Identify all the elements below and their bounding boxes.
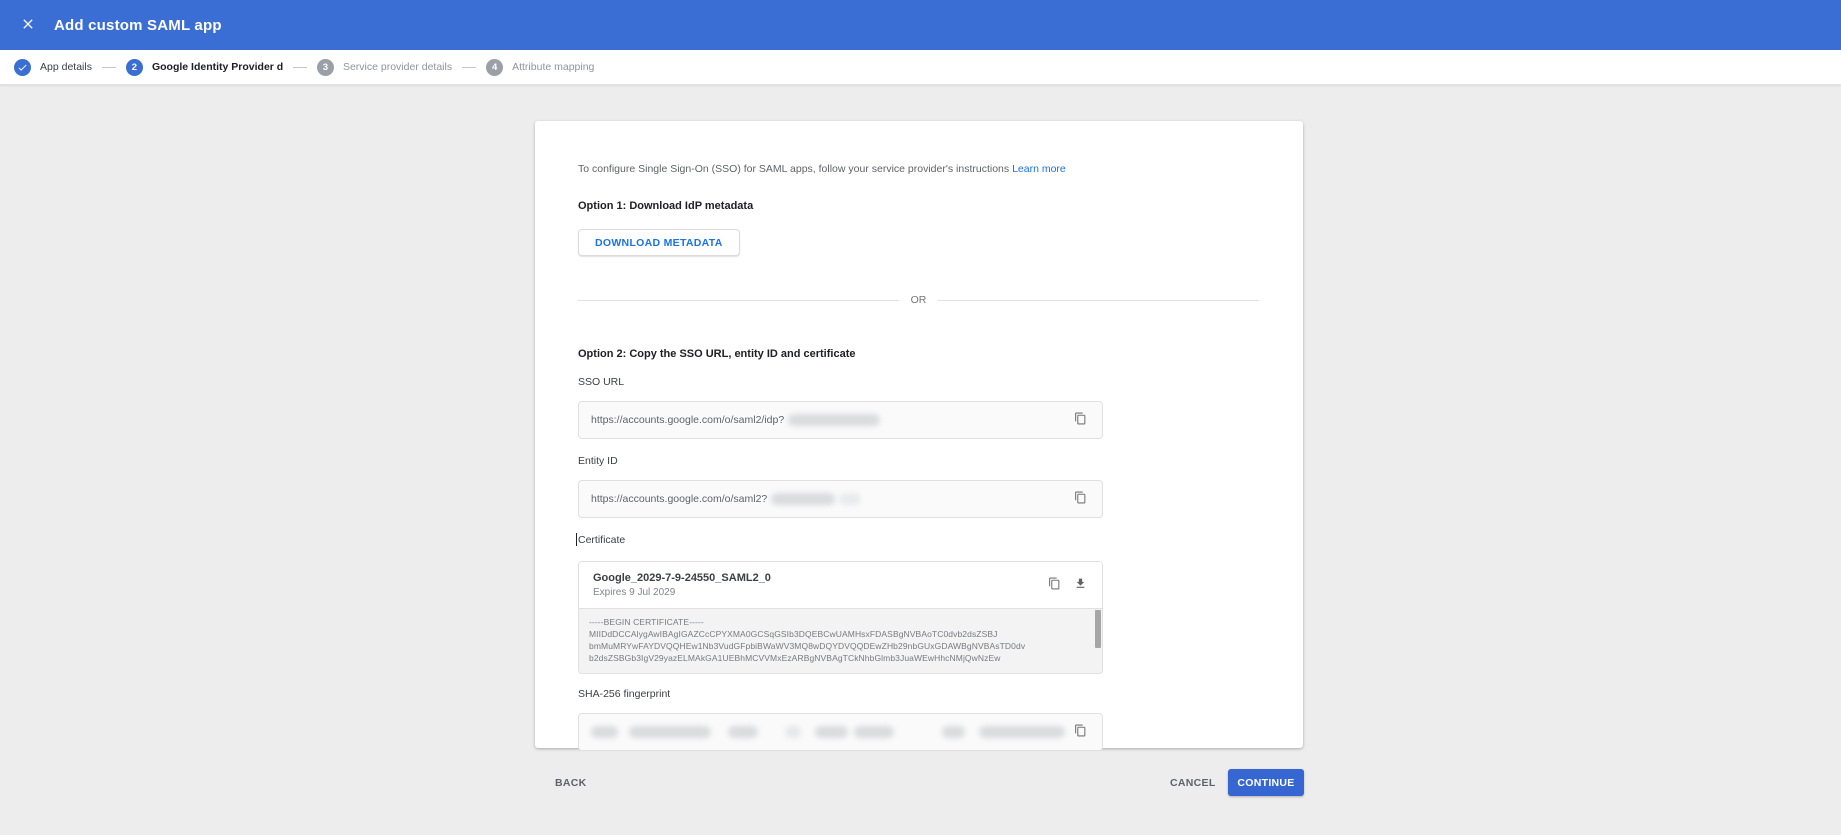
copy-icon — [1074, 412, 1087, 428]
stepper-step-attribute-mapping: 4 Attribute mapping — [486, 58, 595, 76]
copy-certificate-button[interactable] — [1044, 575, 1064, 595]
download-certificate-button[interactable] — [1070, 575, 1090, 595]
copy-entity-id-button[interactable] — [1070, 489, 1090, 509]
certificate-card: Google_2029-7-9-24550_SAML2_0 Expires 9 … — [578, 561, 1103, 674]
redacted-value — [629, 726, 711, 738]
or-label: OR — [910, 294, 927, 306]
scrollbar-thumb[interactable] — [1095, 610, 1101, 648]
download-metadata-button[interactable]: DOWNLOAD METADATA — [578, 229, 740, 256]
divider-line — [938, 299, 1259, 301]
entity-id-value: https://accounts.google.com/o/saml2? — [591, 493, 768, 505]
redacted-value — [728, 726, 758, 738]
sha256-label: SHA-256 fingerprint — [578, 688, 671, 700]
entity-id-field[interactable]: https://accounts.google.com/o/saml2? — [578, 480, 1103, 518]
pem-line: b2dsZSBGb3IgV29yazELMAkGA1UEBhMCVVMxEzAR… — [589, 653, 1001, 663]
certificate-label: Certificate — [576, 533, 1146, 546]
certificate-label-text: Certificate — [578, 534, 626, 546]
close-icon — [20, 16, 36, 35]
intro-text: To configure Single Sign-On (SSO) for SA… — [578, 163, 1146, 176]
certificate-pem-scroll-area[interactable]: -----BEGIN CERTIFICATE----- MIIDdDCCAlyg… — [579, 608, 1102, 673]
pem-line: MIIDdDCCAlygAwIBAgIGAZCcCPYXMA0GCSqGSIb3… — [589, 629, 998, 639]
pem-line: bmMuMRYwFAYDVQQHEw1Nb3VudGFpbiBWaWV3MQ8w… — [589, 641, 1026, 651]
pem-line: -----BEGIN CERTIFICATE----- — [589, 617, 704, 627]
redacted-value — [942, 726, 965, 738]
sso-url-field[interactable]: https://accounts.google.com/o/saml2/idp? — [578, 401, 1103, 439]
step-number-badge: 4 — [486, 58, 504, 76]
step-connector — [462, 66, 477, 68]
step-label: Attribute mapping — [512, 61, 595, 73]
redacted-value — [785, 726, 801, 738]
step-label: App details — [40, 61, 92, 73]
sso-url-value: https://accounts.google.com/o/saml2/idp? — [591, 414, 785, 426]
certificate-name: Google_2029-7-9-24550_SAML2_0 — [593, 572, 771, 584]
dialog-title: Add custom SAML app — [54, 16, 222, 34]
back-button[interactable]: BACK — [545, 770, 597, 796]
stepper-step-app-details: App details — [14, 58, 92, 76]
copy-icon — [1048, 577, 1061, 593]
redacted-value — [839, 493, 862, 505]
copy-icon — [1074, 491, 1087, 507]
copy-sha256-button[interactable] — [1070, 722, 1090, 742]
learn-more-link[interactable]: Learn more — [1012, 163, 1066, 175]
download-icon — [1074, 577, 1087, 593]
cancel-button[interactable]: CANCEL — [1160, 770, 1226, 796]
dialog-header: Add custom SAML app — [0, 0, 1841, 50]
step-number-badge: 2 — [125, 58, 143, 76]
redacted-value — [591, 726, 618, 738]
text-cursor — [576, 533, 577, 546]
stepper-step-google-idp-details: 2 Google Identity Provider details — [125, 58, 283, 76]
copy-icon — [1074, 724, 1087, 740]
entity-id-label: Entity ID — [578, 455, 618, 467]
step-number-badge: 3 — [316, 58, 334, 76]
step-connector — [101, 66, 116, 68]
redacted-value — [979, 726, 1065, 738]
sha256-field[interactable] — [578, 713, 1103, 751]
intro-text-body: To configure Single Sign-On (SSO) for SA… — [578, 163, 1010, 175]
redacted-value — [771, 493, 836, 505]
redacted-value — [815, 726, 848, 738]
redacted-value — [788, 414, 881, 426]
step-label: Google Identity Provider details — [151, 61, 283, 73]
or-divider: OR — [578, 294, 1259, 306]
step-connector — [292, 66, 307, 68]
certificate-expiry: Expires 9 Jul 2029 — [593, 587, 676, 598]
close-button[interactable] — [10, 7, 46, 43]
continue-button[interactable]: CONTINUE — [1228, 769, 1304, 796]
certificate-header: Google_2029-7-9-24550_SAML2_0 Expires 9 … — [579, 562, 1102, 608]
step-label: Service provider details — [342, 61, 453, 73]
divider-line — [578, 299, 899, 301]
stepper-step-service-provider-details: 3 Service provider details — [316, 58, 453, 76]
copy-sso-url-button[interactable] — [1070, 410, 1090, 430]
option2-heading: Option 2: Copy the SSO URL, entity ID an… — [578, 348, 856, 360]
sso-url-label: SSO URL — [578, 376, 625, 388]
step-completed-check-icon — [14, 58, 31, 76]
wizard-stepper: App details 2 Google Identity Provider d… — [0, 50, 1841, 85]
option1-heading: Option 1: Download IdP metadata — [578, 200, 754, 212]
content-card: To configure Single Sign-On (SSO) for SA… — [535, 121, 1303, 751]
redacted-value — [854, 726, 894, 738]
